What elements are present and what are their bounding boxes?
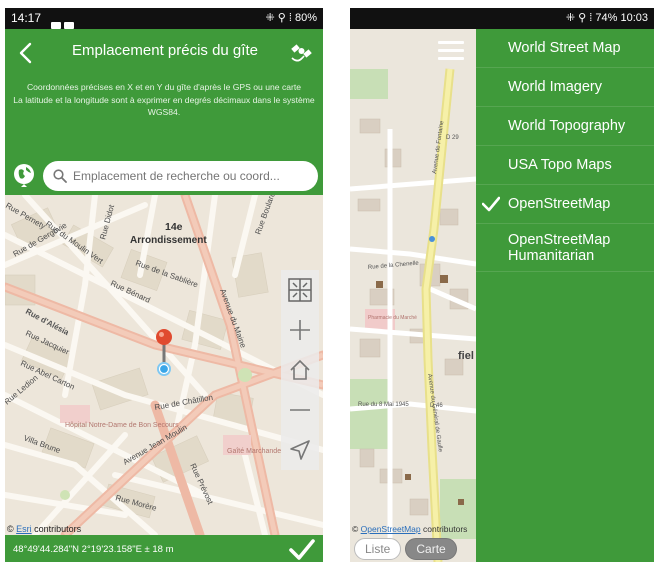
checkmark-icon xyxy=(482,196,500,212)
layer-label: USA Topo Maps xyxy=(508,157,612,173)
menu-icon[interactable] xyxy=(438,41,464,63)
attribution-text: contributors xyxy=(423,524,468,534)
zoom-out-button[interactable] xyxy=(283,390,317,430)
district-name: Arrondissement xyxy=(130,235,207,246)
layer-usa-topo-maps[interactable]: USA Topo Maps xyxy=(476,146,654,185)
header-description: Coordonnées précises en X et en Y du gît… xyxy=(13,81,315,119)
back-arrow-icon[interactable] xyxy=(15,41,39,65)
map-view-button[interactable]: Carte xyxy=(405,538,457,560)
location-pin-icon[interactable] xyxy=(149,327,179,379)
navigation-arrow-icon xyxy=(290,440,310,460)
map-attribution: © OpenStreetMap contributors xyxy=(352,524,468,534)
layer-label: World Imagery xyxy=(508,79,603,95)
notification-icons xyxy=(51,15,77,29)
road-label: D 29 xyxy=(446,135,459,141)
attribution-text: contributors xyxy=(34,524,82,534)
osm-link[interactable]: OpenStreetMap xyxy=(361,524,421,534)
status-right: ⁜ ⚲ ⁞ 74% 10:03 xyxy=(565,12,648,24)
plus-icon xyxy=(290,320,310,340)
poi-label: Pharmacie du Marché xyxy=(368,315,417,321)
search-input[interactable] xyxy=(73,169,303,183)
right-screen: ⁜ ⚲ ⁞ 74% 10:03 D 29 Avenue de Fontaine … xyxy=(350,8,654,562)
layer-label: World Topography xyxy=(508,118,626,134)
left-screen: 14:17 ⁜ ⚲ ⁞ 80% Emplacement précis du gî… xyxy=(5,8,323,562)
layer-label: OpenStreetMap xyxy=(508,196,611,212)
esri-link[interactable]: Esri xyxy=(16,524,32,534)
header: Emplacement précis du gîte Coordonnées p… xyxy=(5,29,323,157)
home-icon xyxy=(290,359,310,380)
list-view-button[interactable]: Liste xyxy=(354,538,402,560)
locate-button[interactable] xyxy=(283,430,317,470)
full-extent-icon xyxy=(288,278,312,302)
description-line-1: Coordonnées précises en X et en Y du gît… xyxy=(26,82,302,92)
view-toggle: Liste Carte xyxy=(354,538,461,560)
footer-bar: 48°49'44.284"N 2°19'23.158"E ± 18 m xyxy=(5,535,323,562)
map-view[interactable]: D 29 Avenue de Fontaine Rue de la Chenel… xyxy=(350,29,476,562)
confirm-check-icon[interactable] xyxy=(289,537,315,561)
street-label: Hôpital Notre-Dame de Bon Secours xyxy=(65,422,179,429)
extent-button[interactable] xyxy=(283,270,317,310)
osm-map: D 29 Avenue de Fontaine Rue de la Chenel… xyxy=(350,29,476,562)
map-tools xyxy=(281,270,319,470)
basemap-drawer: World Street Map World Imagery World Top… xyxy=(476,29,654,562)
coordinates-readout: 48°49'44.284"N 2°19'23.158"E ± 18 m xyxy=(13,544,174,555)
layer-world-topography[interactable]: World Topography xyxy=(476,107,654,146)
status-bar: ⁜ ⚲ ⁞ 74% 10:03 xyxy=(350,8,654,29)
status-bar: 14:17 ⁜ ⚲ ⁞ 80% xyxy=(5,8,323,29)
search-icon xyxy=(53,169,67,183)
status-right: ⁜ ⚲ ⁞ 80% xyxy=(265,12,317,24)
globe-location-icon[interactable] xyxy=(11,162,37,188)
home-button[interactable] xyxy=(283,350,317,390)
road-label: D 46 xyxy=(430,403,443,409)
street-label: Gaîté Marchande xyxy=(227,448,281,455)
road-label: Rue du 8 Mai 1945 xyxy=(358,402,409,408)
page-title: Emplacement précis du gîte xyxy=(72,42,258,59)
layer-openstreetmap-humanitarian[interactable]: OpenStreetMap Humanitarian xyxy=(476,224,654,272)
satellite-icon[interactable] xyxy=(289,39,315,65)
layer-label: OpenStreetMap Humanitarian xyxy=(508,231,611,264)
district-number: 14e xyxy=(165,221,183,233)
layer-world-imagery[interactable]: World Imagery xyxy=(476,68,654,107)
layer-label: World Street Map xyxy=(508,40,621,56)
map-view[interactable]: 14e Arrondissement Rue de la Sablière Ru… xyxy=(5,195,323,535)
search-row xyxy=(5,157,323,195)
description-line-2: La latitude et la longitude sont à expri… xyxy=(13,94,315,118)
place-label: fiel xyxy=(458,350,474,362)
minus-icon xyxy=(290,409,310,411)
zoom-in-button[interactable] xyxy=(283,310,317,350)
layer-world-street-map[interactable]: World Street Map xyxy=(476,29,654,68)
map-attribution: © Esri contributors xyxy=(7,524,82,534)
layer-openstreetmap[interactable]: OpenStreetMap xyxy=(476,185,654,224)
search-box[interactable] xyxy=(43,161,318,191)
status-time: 14:17 xyxy=(11,11,42,25)
